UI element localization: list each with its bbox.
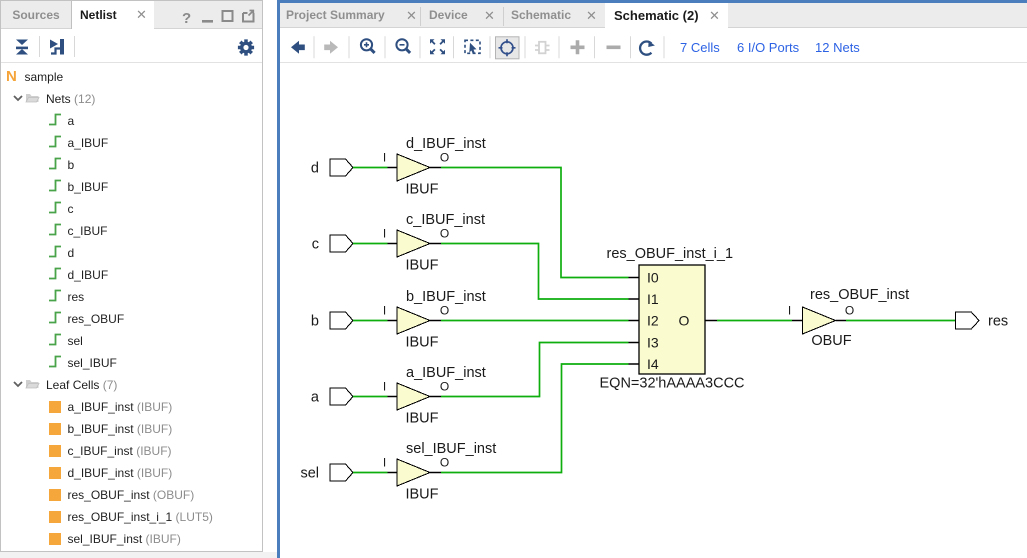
svg-text:O: O [440, 380, 449, 394]
svg-text:O: O [440, 456, 449, 470]
svg-text:I4: I4 [647, 356, 659, 372]
svg-text:res_OBUF_inst_i_1: res_OBUF_inst_i_1 [607, 246, 734, 262]
svg-text:IBUF: IBUF [405, 258, 438, 274]
svg-text:IBUF: IBUF [405, 487, 438, 503]
svg-text:a: a [311, 390, 320, 406]
svg-text:d_IBUF_inst: d_IBUF_inst [406, 136, 486, 152]
svg-text:I0: I0 [647, 270, 659, 286]
svg-text:I3: I3 [647, 335, 659, 351]
svg-text:I: I [383, 380, 386, 394]
svg-text:O: O [440, 151, 449, 165]
svg-text:IBUF: IBUF [405, 335, 438, 351]
svg-text:b: b [311, 314, 319, 330]
svg-text:b_IBUF_inst: b_IBUF_inst [406, 289, 486, 305]
svg-text:I: I [788, 304, 791, 318]
svg-text:I: I [383, 304, 386, 318]
svg-text:O: O [679, 313, 690, 329]
svg-text:I: I [383, 227, 386, 241]
svg-text:I: I [383, 151, 386, 165]
svg-text:I1: I1 [647, 291, 659, 307]
svg-text:sel: sel [300, 466, 319, 482]
svg-text:EQN=32'hAAAA3CCC: EQN=32'hAAAA3CCC [600, 376, 745, 392]
svg-text:c_IBUF_inst: c_IBUF_inst [406, 212, 485, 228]
svg-text:OBUF: OBUF [811, 333, 851, 349]
svg-text:res_OBUF_inst: res_OBUF_inst [810, 287, 909, 303]
svg-text:O: O [440, 227, 449, 241]
svg-text:IBUF: IBUF [405, 182, 438, 198]
svg-text:sel_IBUF_inst: sel_IBUF_inst [406, 441, 496, 457]
svg-text:I: I [383, 456, 386, 470]
svg-text:c: c [312, 237, 319, 253]
svg-text:O: O [440, 304, 449, 318]
svg-text:d: d [311, 161, 319, 177]
svg-text:IBUF: IBUF [405, 411, 438, 427]
svg-text:I2: I2 [647, 313, 659, 329]
svg-text:a_IBUF_inst: a_IBUF_inst [406, 365, 486, 381]
svg-text:res: res [988, 314, 1008, 330]
svg-text:O: O [845, 304, 854, 318]
